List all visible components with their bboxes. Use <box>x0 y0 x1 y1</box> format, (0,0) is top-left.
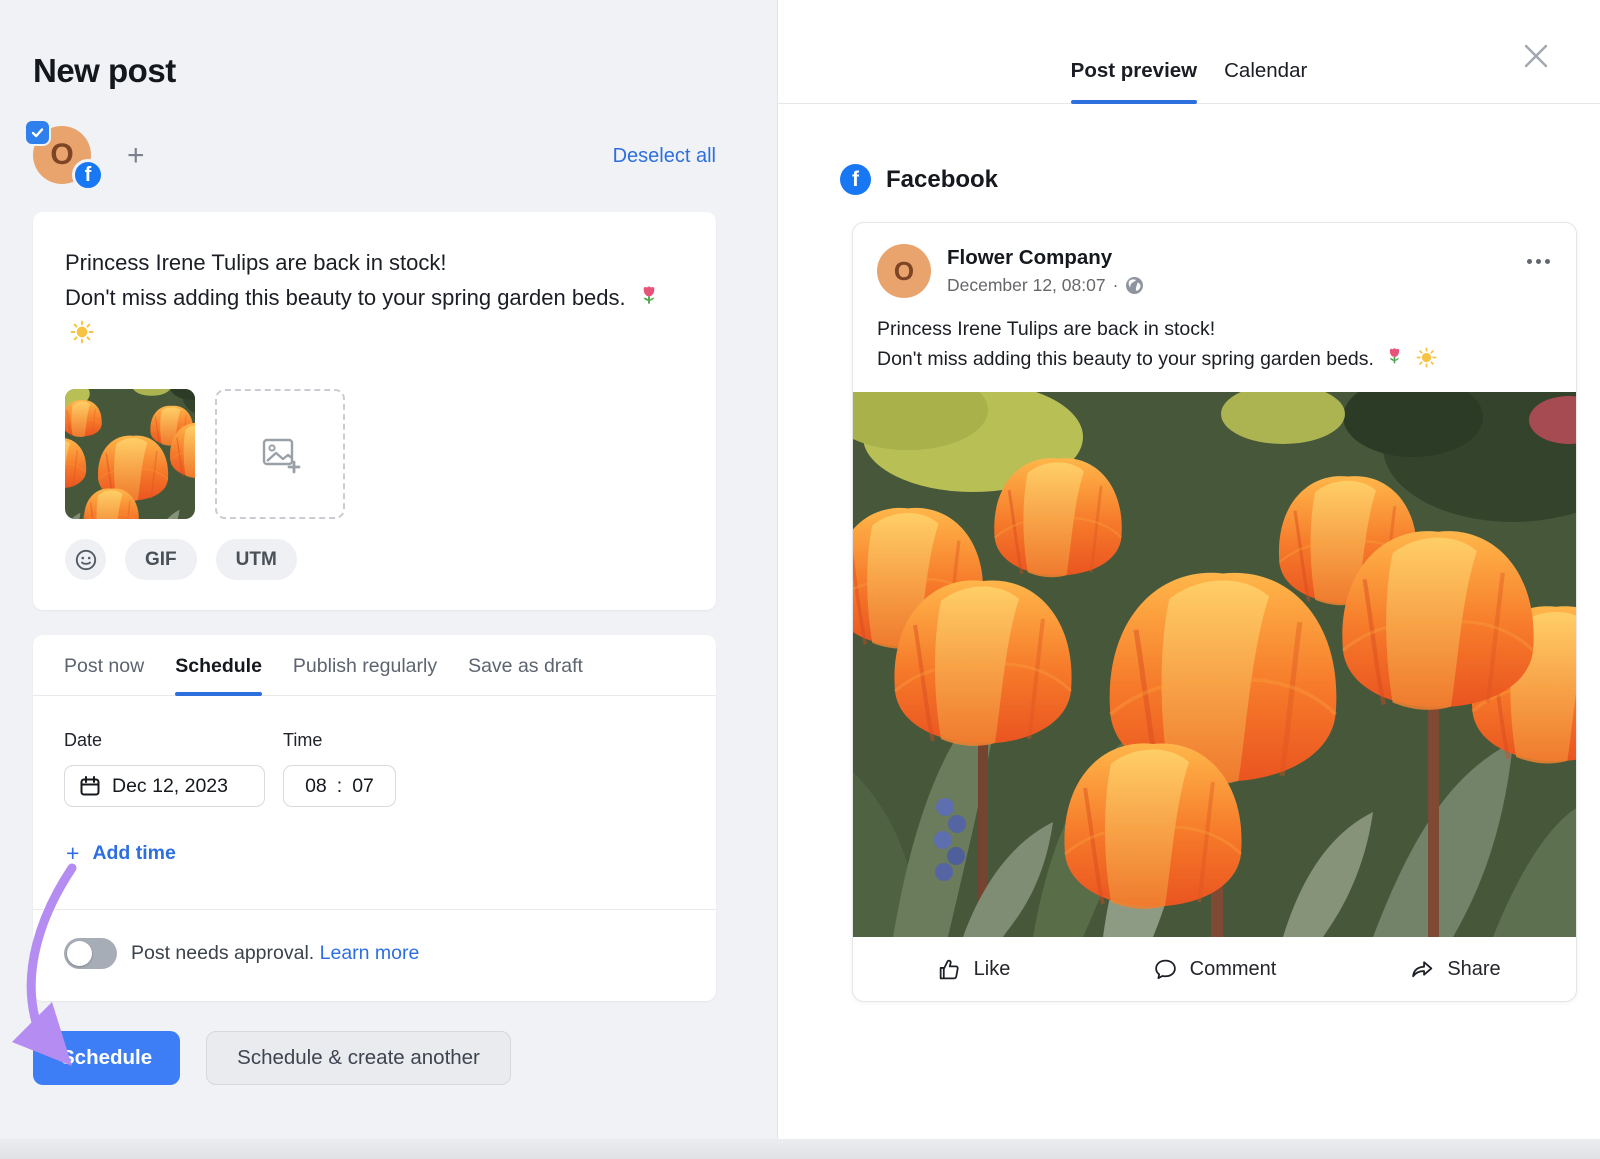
date-input[interactable]: Dec 12, 2023 <box>64 765 265 807</box>
comment-icon <box>1153 957 1178 982</box>
profile-chip[interactable]: O f <box>33 126 93 186</box>
scheduling-card: Post now Schedule Publish regularly Save… <box>33 635 716 1001</box>
emoji-picker-button[interactable] <box>65 539 106 580</box>
tab-publish-regularly[interactable]: Publish regularly <box>293 635 437 695</box>
add-time-label: Add time <box>92 842 175 865</box>
time-field-group: Time 08 : 07 <box>283 730 396 807</box>
preview-text-line1: Princess Irene Tulips are back in stock! <box>877 318 1215 340</box>
post-text-line2: Don't miss adding this beauty to your sp… <box>65 285 626 310</box>
attached-image-thumbnail[interactable] <box>65 389 195 519</box>
utm-button[interactable]: UTM <box>216 539 297 580</box>
share-label: Share <box>1447 958 1500 981</box>
approval-toggle[interactable] <box>64 938 117 969</box>
close-icon <box>1520 40 1552 72</box>
post-timestamp: December 12, 08:07 <box>947 275 1106 296</box>
plus-icon: + <box>66 840 79 867</box>
time-hour: 08 <box>305 775 327 798</box>
preview-text-line2: Don't miss adding this beauty to your sp… <box>877 348 1374 370</box>
add-profile-button[interactable]: + <box>127 141 145 171</box>
time-input[interactable]: 08 : 07 <box>283 765 396 807</box>
post-header: O Flower Company December 12, 08:07 · <box>853 223 1576 306</box>
page-title: New post <box>33 52 716 90</box>
learn-more-link[interactable]: Learn more <box>320 942 420 964</box>
bottom-actions: Schedule Schedule & create another <box>33 1031 716 1085</box>
time-label: Time <box>283 730 396 751</box>
post-text-editor[interactable]: Princess Irene Tulips are back in stock!… <box>65 245 665 350</box>
profile-row: O f + Deselect all <box>33 126 716 186</box>
deselect-all-link[interactable]: Deselect all <box>613 145 716 168</box>
time-minute: 07 <box>352 775 374 798</box>
page-name: Flower Company <box>947 246 1144 270</box>
post-editor-card: Princess Irene Tulips are back in stock!… <box>33 212 716 610</box>
approval-row: Post needs approval. Learn more <box>33 909 716 1001</box>
dot-separator: · <box>1113 275 1119 296</box>
date-field-group: Date Dec 12, 2023 <box>64 730 265 807</box>
add-image-icon <box>257 431 303 477</box>
share-button[interactable]: Share <box>1335 957 1576 982</box>
close-button[interactable] <box>1520 40 1552 72</box>
network-header: f Facebook <box>840 164 1600 195</box>
facebook-badge-icon: f <box>72 159 104 191</box>
schedule-button[interactable]: Schedule <box>33 1031 180 1085</box>
ellipsis-icon <box>1545 259 1550 264</box>
preview-panel: Post preview Calendar f Facebook O Flowe… <box>778 0 1600 1139</box>
toggle-knob <box>67 941 92 966</box>
schedule-create-another-button[interactable]: Schedule & create another <box>206 1031 511 1085</box>
post-image <box>853 392 1577 937</box>
editor-actions: GIF UTM <box>65 539 684 580</box>
page-background-strip <box>0 1139 1600 1159</box>
tab-calendar[interactable]: Calendar <box>1224 59 1307 103</box>
preview-header: Post preview Calendar <box>778 0 1600 104</box>
ellipsis-icon <box>1536 259 1541 264</box>
tulip-emoji-icon <box>637 285 661 309</box>
scheduling-tabs: Post now Schedule Publish regularly Save… <box>33 635 716 696</box>
tulip-thumbnail-image <box>65 389 195 519</box>
time-colon: : <box>337 775 342 798</box>
share-icon <box>1410 957 1435 982</box>
scheduler-modal: New post O f + Deselect all Princess Ire… <box>0 0 1600 1139</box>
like-button[interactable]: Like <box>853 957 1094 982</box>
page-avatar: O <box>877 244 931 298</box>
approval-label: Post needs approval. <box>131 942 314 964</box>
post-options-button[interactable] <box>1525 253 1552 270</box>
globe-icon <box>1125 276 1144 295</box>
check-icon <box>30 125 45 140</box>
media-row <box>65 389 684 519</box>
tulip-emoji-icon <box>1384 347 1405 368</box>
sun-emoji-icon <box>70 320 94 344</box>
tab-schedule[interactable]: Schedule <box>175 635 262 695</box>
post-actions-bar: Like Comment Share <box>853 937 1576 1001</box>
post-preview-text: Princess Irene Tulips are back in stock!… <box>853 306 1576 392</box>
facebook-post-preview-card: O Flower Company December 12, 08:07 · <box>852 222 1577 1002</box>
network-name: Facebook <box>886 166 998 194</box>
tab-post-preview[interactable]: Post preview <box>1071 59 1197 103</box>
gif-button[interactable]: GIF <box>125 539 197 580</box>
smiley-icon <box>74 548 98 572</box>
date-label: Date <box>64 730 265 751</box>
post-text-line1: Princess Irene Tulips are back in stock! <box>65 250 447 275</box>
add-media-button[interactable] <box>215 389 345 519</box>
ellipsis-icon <box>1527 259 1532 264</box>
comment-button[interactable]: Comment <box>1094 957 1335 982</box>
like-icon <box>937 957 962 982</box>
calendar-icon <box>79 775 101 797</box>
like-label: Like <box>974 958 1011 981</box>
date-value: Dec 12, 2023 <box>112 775 228 798</box>
profile-checkbox[interactable] <box>24 119 51 146</box>
tab-save-as-draft[interactable]: Save as draft <box>468 635 583 695</box>
facebook-logo-icon: f <box>840 164 871 195</box>
comment-label: Comment <box>1190 958 1277 981</box>
sun-emoji-icon <box>1416 347 1437 368</box>
add-time-button[interactable]: + Add time <box>66 840 176 867</box>
tab-post-now[interactable]: Post now <box>64 635 144 695</box>
new-post-panel: New post O f + Deselect all Princess Ire… <box>0 0 778 1139</box>
